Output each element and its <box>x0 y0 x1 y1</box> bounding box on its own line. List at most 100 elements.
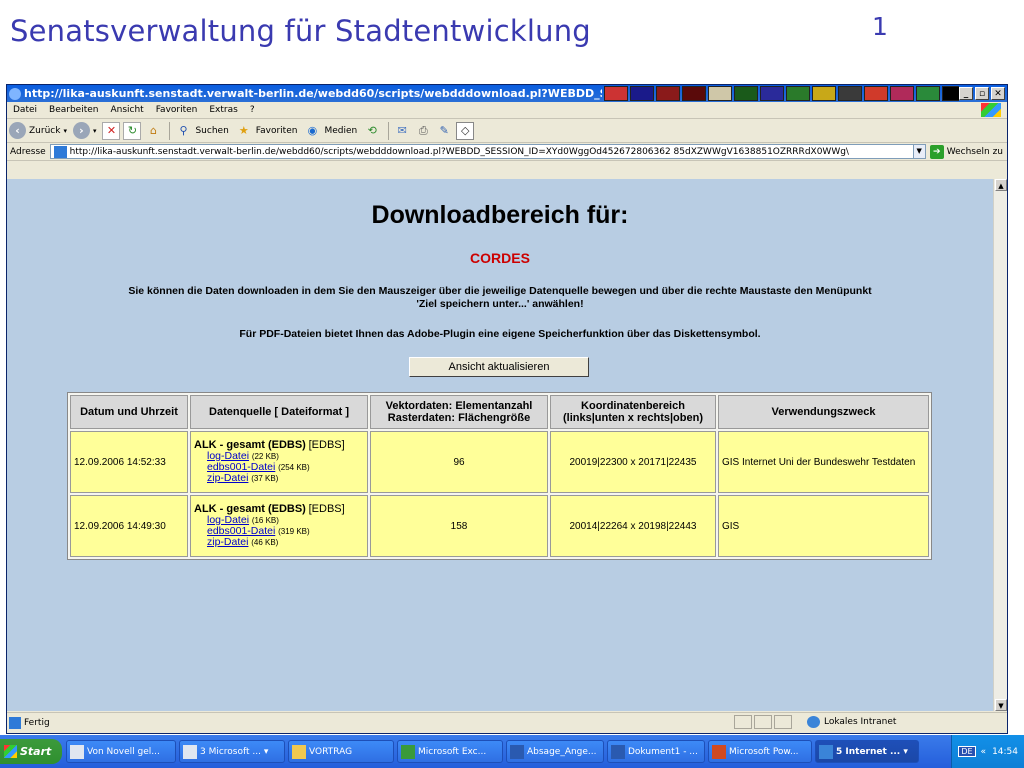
cell-datetime: 12.09.2006 14:52:33 <box>70 431 188 493</box>
task-internet[interactable]: 5 Internet ... ▾ <box>815 740 919 763</box>
zip-file-link[interactable]: zip-Datei <box>207 472 248 484</box>
app-icon <box>630 86 654 101</box>
app-icon <box>604 86 628 101</box>
chevron-down-icon: ▾ <box>92 126 97 135</box>
task-absage[interactable]: Absage_Ange... <box>506 740 604 763</box>
zip-file-link[interactable]: zip-Datei <box>207 536 248 548</box>
excel-icon <box>401 744 415 759</box>
download-instructions: Sie können die Daten downloaden in dem S… <box>128 285 872 310</box>
col-header-vector: Vektordaten: Elementanzahl Rasterdaten: … <box>370 395 548 429</box>
go-button[interactable]: ➔ Wechseln zu <box>926 144 1007 159</box>
app-icon <box>656 86 680 101</box>
slide-title: Senatsverwaltung für Stadtentwicklung <box>10 14 591 48</box>
favorites-button[interactable]: ★ Favoriten <box>235 122 298 140</box>
menu-ansicht[interactable]: Ansicht <box>104 105 149 115</box>
forward-arrow-icon: › <box>72 122 90 139</box>
history-icon[interactable]: ⟲ <box>363 122 381 140</box>
cell-purpose: GIS Internet Uni der Bundeswehr Testdate… <box>718 431 929 493</box>
minimize-button[interactable]: _ <box>959 87 973 100</box>
table-header-row: Datum und Uhrzeit Datenquelle [ Dateifor… <box>70 395 929 429</box>
task-microsoft-group[interactable]: 3 Microsoft ... ▾ <box>179 740 285 763</box>
forward-button[interactable]: › ▾ <box>72 122 97 139</box>
app-icon <box>734 86 758 101</box>
address-input[interactable]: http://lika-auskunft.senstadt.verwalt-be… <box>49 144 926 159</box>
task-novell[interactable]: Von Novell gel... <box>66 740 176 763</box>
mail-icon[interactable]: ✉ <box>393 122 411 140</box>
table-row: 12.09.2006 14:49:30 ALK - gesamt (EDBS) … <box>70 495 929 557</box>
cell-source: ALK - gesamt (EDBS) [EDBS] log-Datei (16… <box>190 495 368 557</box>
app-icon <box>838 86 862 101</box>
task-excel[interactable]: Microsoft Exc... <box>397 740 503 763</box>
toolbar-divider <box>388 121 390 140</box>
task-dokument1[interactable]: Dokument1 - ... <box>607 740 705 763</box>
col-header-source: Datenquelle [ Dateiformat ] <box>190 395 368 429</box>
menu-bearbeiten[interactable]: Bearbeiten <box>43 105 104 115</box>
table-row: 12.09.2006 14:52:33 ALK - gesamt (EDBS) … <box>70 431 929 493</box>
media-button[interactable]: ◉ Medien <box>303 122 358 140</box>
download-table: Datum und Uhrzeit Datenquelle [ Dateifor… <box>67 392 932 560</box>
cell-count: 96 <box>370 431 548 493</box>
language-indicator[interactable]: DE <box>958 746 976 757</box>
taskbar: Start Von Novell gel... 3 Microsoft ... … <box>0 735 1024 768</box>
chevron-down-icon: ▾ <box>63 126 67 135</box>
app-icon <box>864 86 888 101</box>
status-bar: Fertig Lokales Intranet <box>7 712 1007 732</box>
address-url: http://lika-auskunft.senstadt.verwalt-be… <box>69 146 849 157</box>
cell-purpose: GIS <box>718 495 929 557</box>
col-header-purpose: Verwendungszweck <box>718 395 929 429</box>
menu-extras[interactable]: Extras <box>203 105 243 115</box>
col-header-datetime: Datum und Uhrzeit <box>70 395 188 429</box>
clock: 14:54 <box>992 746 1018 757</box>
intranet-icon <box>807 716 820 728</box>
go-arrow-icon: ➔ <box>929 144 944 159</box>
stop-icon[interactable]: ✕ <box>102 121 121 140</box>
media-icon: ◉ <box>307 124 318 137</box>
discuss-icon[interactable]: ◇ <box>456 121 475 140</box>
close-button[interactable]: ✕ <box>991 87 1005 100</box>
cell-coords: 20014|22264 x 20198|22443 <box>550 495 716 557</box>
menu-datei[interactable]: Datei <box>7 105 43 115</box>
status-text: Fertig <box>24 717 50 728</box>
search-button[interactable]: ⚲ Suchen <box>174 122 228 140</box>
browser-window: http://lika-auskunft.senstadt.verwalt-be… <box>6 84 1008 734</box>
folder-icon <box>292 744 306 759</box>
status-cells <box>734 715 792 729</box>
edit-icon[interactable]: ✎ <box>435 122 453 140</box>
app-icon <box>812 86 836 101</box>
app-icon <box>760 86 784 101</box>
print-icon[interactable]: ⎙ <box>414 122 432 140</box>
word-icon <box>510 744 524 759</box>
menu-help[interactable]: ? <box>244 105 261 115</box>
window-title: http://lika-auskunft.senstadt.verwalt-be… <box>24 87 602 100</box>
maximize-button[interactable]: ▫ <box>975 87 989 100</box>
system-tray: DE « 14:54 <box>951 735 1024 768</box>
task-vortrag[interactable]: VORTRAG <box>288 740 394 763</box>
tray-expand-icon[interactable]: « <box>981 747 987 757</box>
app-icon <box>708 86 732 101</box>
refresh-view-button[interactable]: Ansicht aktualisieren <box>409 357 589 377</box>
slide-page-number: 1 <box>872 12 888 41</box>
menubar: Datei Bearbeiten Ansicht Favoriten Extra… <box>7 102 1007 119</box>
home-icon[interactable]: ⌂ <box>144 122 162 140</box>
menu-favoriten[interactable]: Favoriten <box>150 105 204 115</box>
security-zone: Lokales Intranet <box>807 716 896 728</box>
app-icon <box>70 744 84 759</box>
cell-coords: 20019|22300 x 20171|22435 <box>550 431 716 493</box>
start-button[interactable]: Start <box>0 739 62 764</box>
app-icon <box>183 744 197 759</box>
scroll-down-icon[interactable]: ▼ <box>995 699 1007 711</box>
back-button[interactable]: ‹ Zurück ▾ <box>9 122 67 139</box>
chevron-down-icon[interactable]: ▼ <box>912 145 925 158</box>
app-icon <box>682 86 706 101</box>
toolbar-divider <box>169 121 171 140</box>
vertical-scrollbar[interactable]: ▲ ▼ <box>993 179 1007 711</box>
powerpoint-icon <box>712 744 726 759</box>
window-titlebar[interactable]: http://lika-auskunft.senstadt.verwalt-be… <box>7 85 1007 102</box>
col-header-coords: Koordinatenbereich (links|unten x rechts… <box>550 395 716 429</box>
task-powerpoint[interactable]: Microsoft Pow... <box>708 740 812 763</box>
refresh-icon[interactable]: ↻ <box>123 121 142 140</box>
app-icon <box>890 86 914 101</box>
windows-logo-icon <box>981 103 1001 117</box>
scroll-up-icon[interactable]: ▲ <box>995 179 1007 191</box>
address-label: Adresse <box>10 146 46 157</box>
